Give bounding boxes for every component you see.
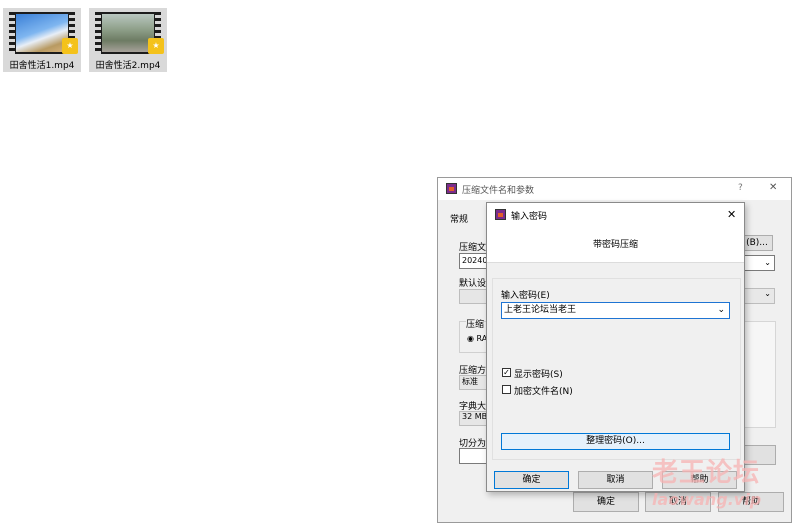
close-icon[interactable]: ✕ <box>769 182 777 193</box>
media-badge-icon: ★ <box>62 38 78 54</box>
watermark-url: laowang.vip <box>652 490 762 509</box>
chevron-down-icon[interactable]: ⌄ <box>717 303 725 318</box>
chevron-down-icon: ⌄ <box>764 289 771 298</box>
dialog-title: 压缩文件名和参数 <box>462 186 535 196</box>
tab-general[interactable]: 常规 <box>450 212 468 225</box>
ok-button[interactable]: 确定 <box>573 492 639 512</box>
show-password-checkbox[interactable]: ✓ <box>502 368 511 377</box>
winrar-icon <box>495 209 506 220</box>
dictionary-select[interactable]: 32 MB <box>459 411 489 426</box>
file-name: 田舍性活1.mp4 <box>9 61 75 71</box>
format-label: 压缩 <box>466 317 485 330</box>
archive-name-dropdown[interactable]: ⌄ <box>741 255 775 271</box>
file-item-2[interactable]: ★ 田舍性活2.mp4 <box>89 8 167 72</box>
password-label: 输入密码(E) <box>501 291 550 301</box>
file-item-1[interactable]: ★ 田舍性活1.mp4 <box>3 8 81 72</box>
password-value: 上老王论坛当老王 <box>504 305 577 315</box>
show-password-label: 显示密码(S) <box>514 370 563 380</box>
radio-rar[interactable]: ◉ RA <box>467 334 487 343</box>
chevron-down-icon: ⌄ <box>764 258 771 267</box>
archive-name-label: 压缩文 <box>459 243 487 253</box>
split-input[interactable] <box>459 448 489 464</box>
options-panel <box>741 321 776 428</box>
method-select[interactable]: 标准 <box>459 375 489 390</box>
encrypt-names-label: 加密文件名(N) <box>514 387 573 397</box>
close-icon[interactable]: ✕ <box>727 208 736 221</box>
archive-name-input[interactable]: 20240 <box>459 253 489 269</box>
winrar-icon <box>446 183 457 194</box>
password-input[interactable]: 上老王论坛当老王 ⌄ <box>501 302 730 319</box>
file-name: 田舍性活2.mp4 <box>95 61 161 71</box>
watermark-logo: 老王论坛 <box>652 458 761 488</box>
header-band: 带密码压缩 <box>487 226 744 262</box>
password-dialog: 输入密码 ✕ 带密码压缩 输入密码(E) 上老王论坛当老王 ⌄ ✓ 显示密码(S… <box>486 202 745 492</box>
browse-button[interactable]: (B)... <box>741 235 773 251</box>
ok-button[interactable]: 确定 <box>494 471 569 489</box>
profile-select[interactable] <box>459 289 489 304</box>
title-bar: 压缩文件名和参数 ? ✕ <box>438 178 791 200</box>
cancel-button[interactable]: 取消 <box>578 471 653 489</box>
dialog-title: 输入密码 <box>511 212 548 222</box>
organize-passwords-button[interactable]: 整理密码(O)... <box>501 433 730 450</box>
default-profile-label: 默认设 <box>459 279 487 289</box>
profile-dropdown[interactable]: ⌄ <box>741 288 775 304</box>
media-badge-icon: ★ <box>148 38 164 54</box>
dialog-heading: 带密码压缩 <box>592 240 638 250</box>
title-bar: 输入密码 ✕ <box>487 203 744 226</box>
encrypt-names-checkbox[interactable] <box>502 385 511 394</box>
help-icon[interactable]: ? <box>738 183 743 193</box>
